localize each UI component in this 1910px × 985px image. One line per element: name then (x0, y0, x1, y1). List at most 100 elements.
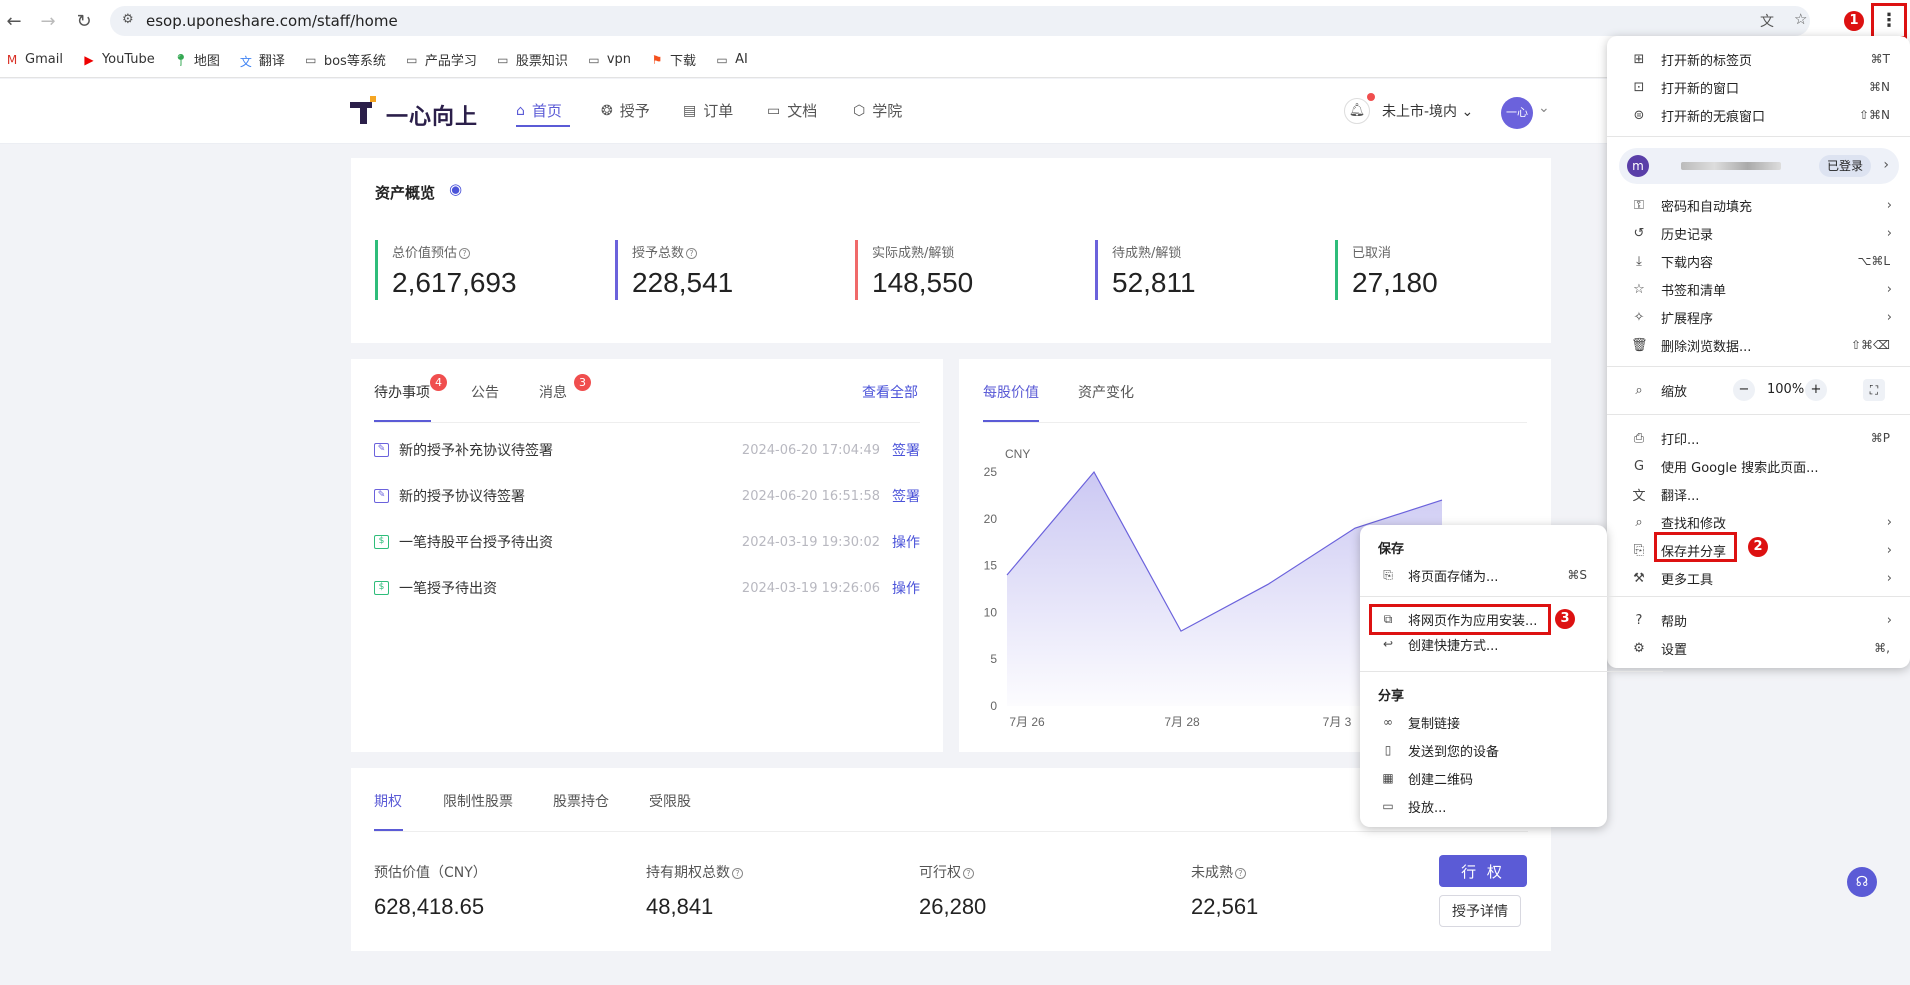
bookmark-item[interactable]: ⚑ 下载 (649, 50, 696, 70)
notification-bell-icon[interactable]: 🔔︎ (1344, 98, 1370, 124)
task-title[interactable]: 新的授予补充协议待签署 (399, 440, 742, 460)
menu-item[interactable]: ⊡ 打开新的窗口 ⌘N (1607, 73, 1910, 101)
help-icon[interactable]: ? (732, 867, 743, 879)
menu-item[interactable]: ? 帮助 › (1607, 606, 1910, 634)
highlight-save-share (1654, 532, 1737, 562)
exercise-button[interactable]: 行 权 (1439, 855, 1527, 887)
task-tab-0[interactable]: 待办事项 (374, 382, 430, 402)
task-title[interactable]: 一笔持股平台授予待出资 (399, 532, 742, 552)
menu-item-share[interactable]: ∞ 复制链接 (1360, 709, 1607, 735)
bookmark-item[interactable]: ▭ 股票知识 (495, 50, 568, 70)
reload-icon[interactable]: ↻ (72, 9, 96, 33)
zoom-icon: ⌕ (1635, 382, 1643, 398)
bookmark-item[interactable]: ▭ 产品学习 (404, 50, 477, 70)
logo-text[interactable]: 一心向上 (386, 99, 478, 131)
site-info-icon[interactable]: ⚙ (122, 12, 134, 27)
nav-item-0[interactable]: ⌂ 首页 (516, 100, 562, 121)
menu-item[interactable]: G 使用 Google 搜索此页面... (1607, 452, 1910, 480)
nav-label: 文档 (787, 102, 818, 120)
menu-item[interactable]: 文翻译... (1607, 480, 1910, 508)
menu-item[interactable]: ⚒ 更多工具 › (1607, 564, 1910, 592)
nav-item-1[interactable]: ❂ 授予 (601, 100, 650, 121)
avatar[interactable]: 一心 (1501, 97, 1533, 129)
chevron-down-icon: ⌄ (1461, 104, 1474, 120)
menu-item[interactable]: ↺ 历史记录 › (1607, 219, 1910, 247)
stat-label: 待成熟/解锁 (1112, 246, 1182, 261)
menu-item-share[interactable]: ▭ 投放... (1360, 793, 1607, 819)
menu-item-save-page[interactable]: ⎘ 将页面存储为... ⌘S (1360, 562, 1607, 588)
nav-item-2[interactable]: ▤ 订单 (683, 100, 733, 121)
help-icon[interactable]: ? (459, 248, 471, 259)
task-action-link[interactable]: 签署 (892, 440, 920, 460)
grant-detail-button[interactable]: 授予详情 (1439, 895, 1521, 927)
bookmark-item[interactable]: 文翻译 (238, 50, 285, 69)
equity-tab-0[interactable]: 期权 (374, 791, 402, 811)
more-menu-icon[interactable]: ⋮ (1880, 9, 1898, 33)
y-tick-label: 15 (984, 559, 998, 573)
menu-item[interactable]: ⚿ 密码和自动填充 › (1607, 191, 1910, 219)
bookmark-item[interactable]: ▭ vpn (586, 52, 631, 67)
menu-item[interactable]: ⎙ 打印... ⌘P (1607, 424, 1910, 452)
help-icon[interactable]: ? (686, 248, 698, 259)
address-bar[interactable]: ⚙ esop.uponeshare.com/staff/home 文 ☆ (110, 6, 1810, 36)
forward-icon[interactable]: → (36, 9, 60, 33)
equity-tab-1[interactable]: 限制性股票 (443, 791, 513, 811)
nav-item-4[interactable]: ⬡ 学院 (853, 100, 902, 121)
tab-per-share-value[interactable]: 每股价值 (983, 382, 1039, 402)
eye-icon[interactable]: ◉ (449, 180, 462, 198)
equity-tab-2[interactable]: 股票持仓 (553, 791, 609, 811)
back-icon[interactable]: ← (2, 9, 26, 33)
menu-item-label: 书签和清单 (1661, 283, 1727, 299)
menu-shortcut: ⌘, (1874, 641, 1890, 655)
help-icon[interactable]: ? (963, 867, 974, 879)
menu-item-share[interactable]: ▯ 发送到您的设备 (1360, 737, 1607, 763)
equity-metric-label: 可行权 (919, 865, 961, 881)
task-tab-2[interactable]: 消息 (539, 382, 567, 402)
menu-item[interactable]: ⊞ 打开新的标签页 ⌘T (1607, 45, 1910, 73)
profile-row[interactable]: m 已登录 › (1619, 148, 1899, 184)
bookmark-item[interactable]: ▭ bos等系统 (303, 50, 386, 70)
task-title[interactable]: 新的授予协议待签署 (399, 486, 742, 506)
menu-item[interactable]: ⌕ 查找和修改 › (1607, 508, 1910, 536)
tab-asset-change[interactable]: 资产变化 (1078, 382, 1134, 402)
task-action-link[interactable]: 签署 (892, 486, 920, 506)
annotation-badge-3: 3 (1555, 609, 1575, 629)
menu-item[interactable]: ☆ 书签和清单 › (1607, 275, 1910, 303)
logo-icon[interactable] (350, 96, 376, 126)
signed-in-badge: 已登录 (1819, 155, 1872, 177)
menu-item[interactable]: 🗑︎ 删除浏览数据... ⇧⌘⌫ (1607, 331, 1910, 359)
bookmark-item[interactable]: ▭ AI (714, 52, 747, 67)
task-action-link[interactable]: 操作 (892, 578, 920, 598)
fullscreen-icon[interactable]: ⛶ (1863, 379, 1885, 401)
task-tab-1[interactable]: 公告 (471, 382, 499, 402)
equity-tab-3[interactable]: 受限股 (649, 791, 691, 811)
y-tick-label: 5 (990, 652, 997, 666)
bookmark-item[interactable]: M Gmail (4, 52, 63, 67)
task-title[interactable]: 一笔授予待出资 (399, 578, 742, 598)
market-selector[interactable]: 未上市-境内 ⌄ (1382, 101, 1473, 121)
bookmark-star-icon[interactable]: ☆ (1794, 10, 1807, 28)
trash-icon: 🗑︎ (1631, 337, 1648, 353)
zoom-out-button[interactable]: − (1733, 379, 1755, 401)
equity-metric-label-row: 可行权? (919, 862, 974, 882)
customer-service-icon[interactable]: ☊ (1847, 867, 1877, 897)
share-item-label: 创建二维码 (1408, 772, 1474, 788)
bookmark-item[interactable]: ▶ YouTube (81, 52, 155, 67)
menu-item[interactable]: ⚙ 设置 ⌘, (1607, 634, 1910, 662)
avatar-chevron-icon[interactable]: ⌄ (1538, 100, 1550, 116)
menu-item[interactable]: ⊜ 打开新的无痕窗口 ⇧⌘N (1607, 101, 1910, 129)
help-icon[interactable]: ? (1235, 867, 1246, 879)
save-page-label: 将页面存储为... (1408, 569, 1499, 585)
translate-page-icon[interactable]: 文 (1760, 11, 1774, 31)
task-action-link[interactable]: 操作 (892, 532, 920, 552)
menu-item[interactable]: ✧ 扩展程序 › (1607, 303, 1910, 331)
nav-item-3[interactable]: ▭ 文档 (767, 100, 817, 121)
zoom-in-button[interactable]: + (1805, 379, 1827, 401)
menu-item-label: 翻译... (1661, 488, 1700, 504)
menu-item-share[interactable]: ▦ 创建二维码 (1360, 765, 1607, 791)
view-all-link[interactable]: 查看全部 (862, 382, 918, 402)
bookmark-label: 股票知识 (515, 54, 568, 69)
cast-icon: ▭ (1382, 799, 1394, 813)
menu-item[interactable]: ⤓ 下载内容 ⌥⌘L (1607, 247, 1910, 275)
bookmark-item[interactable]: 📍︎ 地图 (173, 50, 220, 70)
